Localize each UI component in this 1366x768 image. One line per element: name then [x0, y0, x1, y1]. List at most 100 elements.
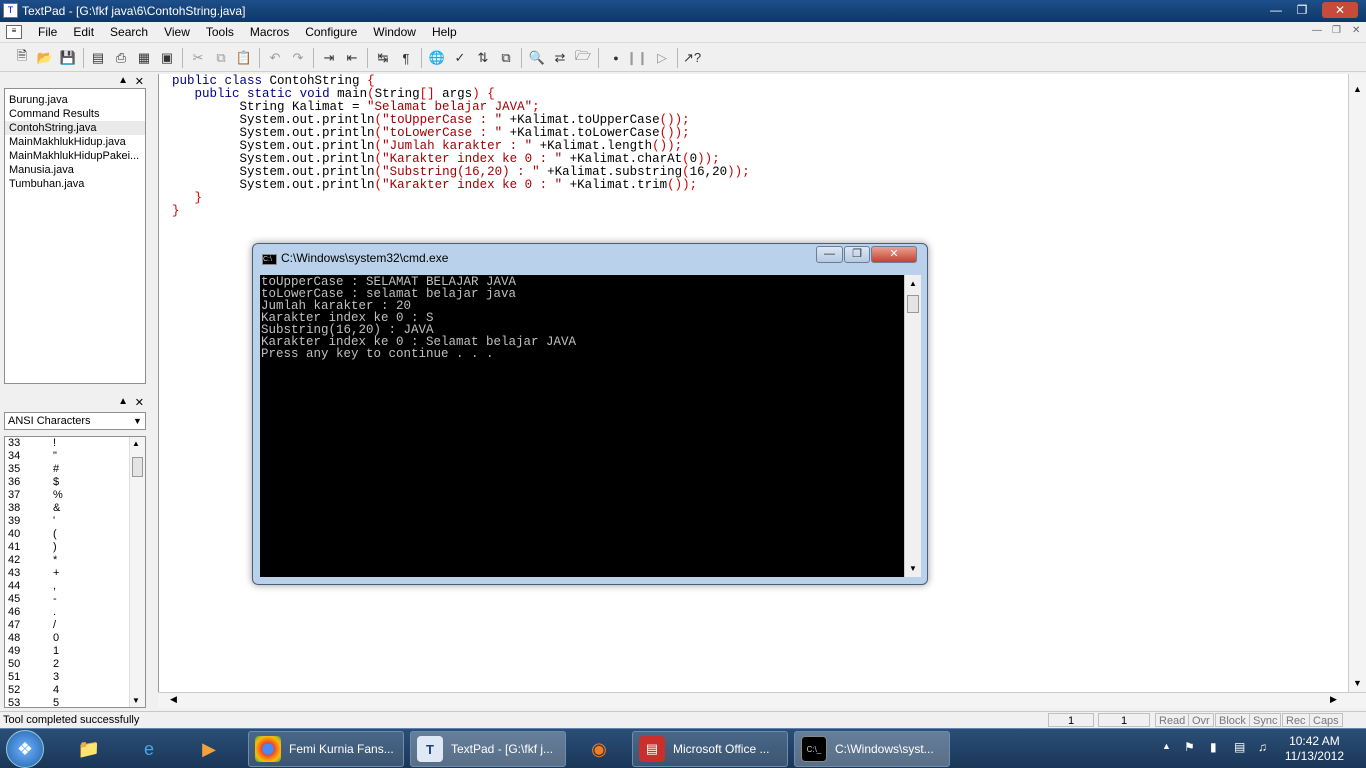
task-textpad[interactable]: T TextPad - [G:\fkf j...: [410, 731, 566, 767]
scroll-up-icon[interactable]: ▲: [909, 279, 917, 288]
print-icon[interactable]: ⎙: [111, 48, 131, 68]
menu-edit[interactable]: Edit: [65, 25, 102, 39]
document-list-item[interactable]: MainMakhlukHidup.java: [5, 135, 145, 149]
scroll-down-icon[interactable]: ▼: [909, 564, 917, 573]
task-ms-office[interactable]: ▤ Microsoft Office ...: [632, 731, 788, 767]
volume-icon[interactable]: ♫: [1258, 740, 1267, 754]
menu-window[interactable]: Window: [365, 25, 424, 39]
context-help-icon[interactable]: ↗?: [682, 48, 702, 68]
menu-macros[interactable]: Macros: [242, 25, 297, 39]
maximize-button[interactable]: ❐: [1290, 2, 1314, 18]
ansi-row[interactable]: 51 3: [5, 671, 145, 684]
document-list-item[interactable]: ContohString.java: [5, 121, 145, 135]
ansi-row[interactable]: 45 -: [5, 593, 145, 606]
firefox-icon[interactable]: ◉: [578, 733, 620, 765]
document-list-item[interactable]: Tumbuhan.java: [5, 177, 145, 191]
scroll-up-icon[interactable]: ▲: [1353, 84, 1362, 94]
ansi-row[interactable]: 44,: [5, 580, 145, 593]
file-explorer-icon[interactable]: 📁: [68, 733, 110, 765]
clock[interactable]: 10:42 AM 11/13/2012: [1285, 734, 1344, 764]
ansi-row[interactable]: 52 4: [5, 684, 145, 697]
menu-view[interactable]: View: [156, 25, 198, 39]
network-icon[interactable]: ▤: [1234, 740, 1245, 754]
ansi-row[interactable]: 47 /: [5, 619, 145, 632]
pilcrow-icon[interactable]: ¶: [396, 48, 416, 68]
new-file-icon[interactable]: 🗎: [12, 48, 32, 68]
open-folder-icon[interactable]: 📂: [35, 48, 55, 68]
play-macro-icon[interactable]: ▷: [652, 48, 672, 68]
console-close-button[interactable]: ✕: [871, 246, 917, 263]
copy-icon[interactable]: ⧉: [211, 48, 231, 68]
document-icon[interactable]: ≡: [6, 25, 22, 39]
battery-icon[interactable]: ▮: [1210, 740, 1217, 754]
ansi-row[interactable]: 35 #: [5, 463, 145, 476]
chevron-down-icon[interactable]: ▼: [130, 413, 145, 429]
ansi-row[interactable]: 48 0: [5, 632, 145, 645]
document-list-item[interactable]: Command Results: [5, 107, 145, 121]
scroll-up-icon[interactable]: ▲: [132, 439, 140, 448]
menu-configure[interactable]: Configure: [297, 25, 365, 39]
ansi-row[interactable]: 40 (: [5, 528, 145, 541]
ansi-row[interactable]: 50 2: [5, 658, 145, 671]
ansi-row[interactable]: 49 1: [5, 645, 145, 658]
scroll-down-icon[interactable]: ▼: [132, 696, 140, 705]
find-icon[interactable]: 🔍: [527, 48, 547, 68]
close-pane-icon[interactable]: ✕: [135, 75, 144, 88]
ansi-row[interactable]: 41): [5, 541, 145, 554]
pause-macro-icon[interactable]: ❙❙: [626, 48, 648, 68]
textpad-app-icon[interactable]: T: [3, 3, 18, 18]
start-button[interactable]: ❖: [6, 730, 44, 768]
indent-icon[interactable]: ⇥: [319, 48, 339, 68]
paste-icon[interactable]: 📋: [234, 48, 254, 68]
ansi-row[interactable]: 42 *: [5, 554, 145, 567]
close-button[interactable]: ✕: [1322, 2, 1358, 18]
scroll-thumb[interactable]: [907, 295, 919, 313]
ansi-row[interactable]: 37%: [5, 489, 145, 502]
outdent-icon[interactable]: ⇤: [342, 48, 362, 68]
document-list-item[interactable]: Burung.java: [5, 93, 145, 107]
ansi-row[interactable]: 34 ": [5, 450, 145, 463]
scroll-thumb[interactable]: [132, 457, 143, 477]
ansi-row[interactable]: 33!: [5, 437, 145, 450]
editor-horizontal-scrollbar[interactable]: ◀ ▶: [158, 692, 1366, 708]
compare-icon[interactable]: ⧉: [496, 48, 516, 68]
doc-close-button[interactable]: ✕: [1352, 25, 1360, 36]
close-pane-icon[interactable]: ✕: [135, 396, 144, 409]
show-hidden-icons[interactable]: ▲: [1162, 741, 1171, 751]
ansi-row[interactable]: 36 $: [5, 476, 145, 489]
internet-explorer-icon[interactable]: e: [128, 733, 170, 765]
minimize-button[interactable]: —: [1264, 2, 1288, 18]
media-player-icon[interactable]: ▶: [188, 733, 230, 765]
menu-help[interactable]: Help: [424, 25, 465, 39]
console-window[interactable]: C:\ C:\Windows\system32\cmd.exe — ❐ ✕ to…: [252, 243, 928, 585]
redo-icon[interactable]: ↷: [288, 48, 308, 68]
document-list-item[interactable]: MainMakhlukHidupPakei...: [5, 149, 145, 163]
ansi-row[interactable]: 39 ': [5, 515, 145, 528]
editor-vertical-scrollbar[interactable]: ▲ ▼: [1348, 74, 1366, 692]
ansi-row[interactable]: 38 &: [5, 502, 145, 515]
ansi-row[interactable]: 43 +: [5, 567, 145, 580]
console-minimize-button[interactable]: —: [816, 246, 843, 263]
undo-icon[interactable]: ↶: [265, 48, 285, 68]
action-center-icon[interactable]: ⚑: [1184, 740, 1195, 754]
word-wrap-icon[interactable]: ↹: [373, 48, 393, 68]
spell-check-icon[interactable]: ▣: [157, 48, 177, 68]
task-cmd[interactable]: C:\_ C:\Windows\syst...: [794, 731, 950, 767]
pin-icon[interactable]: ▲: [118, 75, 128, 86]
find-in-files-icon[interactable]: 🗁: [573, 48, 593, 68]
task-chrome[interactable]: Femi Kurnia Fans...: [248, 731, 404, 767]
ansi-list-scrollbar[interactable]: ▲ ▼: [129, 437, 145, 707]
doc-restore-button[interactable]: ❐: [1332, 25, 1341, 36]
record-macro-icon[interactable]: ●: [606, 48, 626, 68]
scroll-left-icon[interactable]: ◀: [170, 694, 177, 705]
doc-minimize-button[interactable]: —: [1312, 25, 1322, 36]
charset-dropdown[interactable]: ANSI Characters ▼: [4, 412, 146, 430]
cut-icon[interactable]: ✂: [188, 48, 208, 68]
pin-icon[interactable]: ▲: [118, 396, 128, 407]
scroll-right-icon[interactable]: ▶: [1330, 694, 1337, 705]
replace-icon[interactable]: ⇄: [550, 48, 570, 68]
ansi-row[interactable]: 53 5: [5, 697, 145, 707]
menu-file[interactable]: File: [30, 25, 65, 39]
console-maximize-button[interactable]: ❐: [844, 246, 870, 263]
menu-tools[interactable]: Tools: [198, 25, 242, 39]
